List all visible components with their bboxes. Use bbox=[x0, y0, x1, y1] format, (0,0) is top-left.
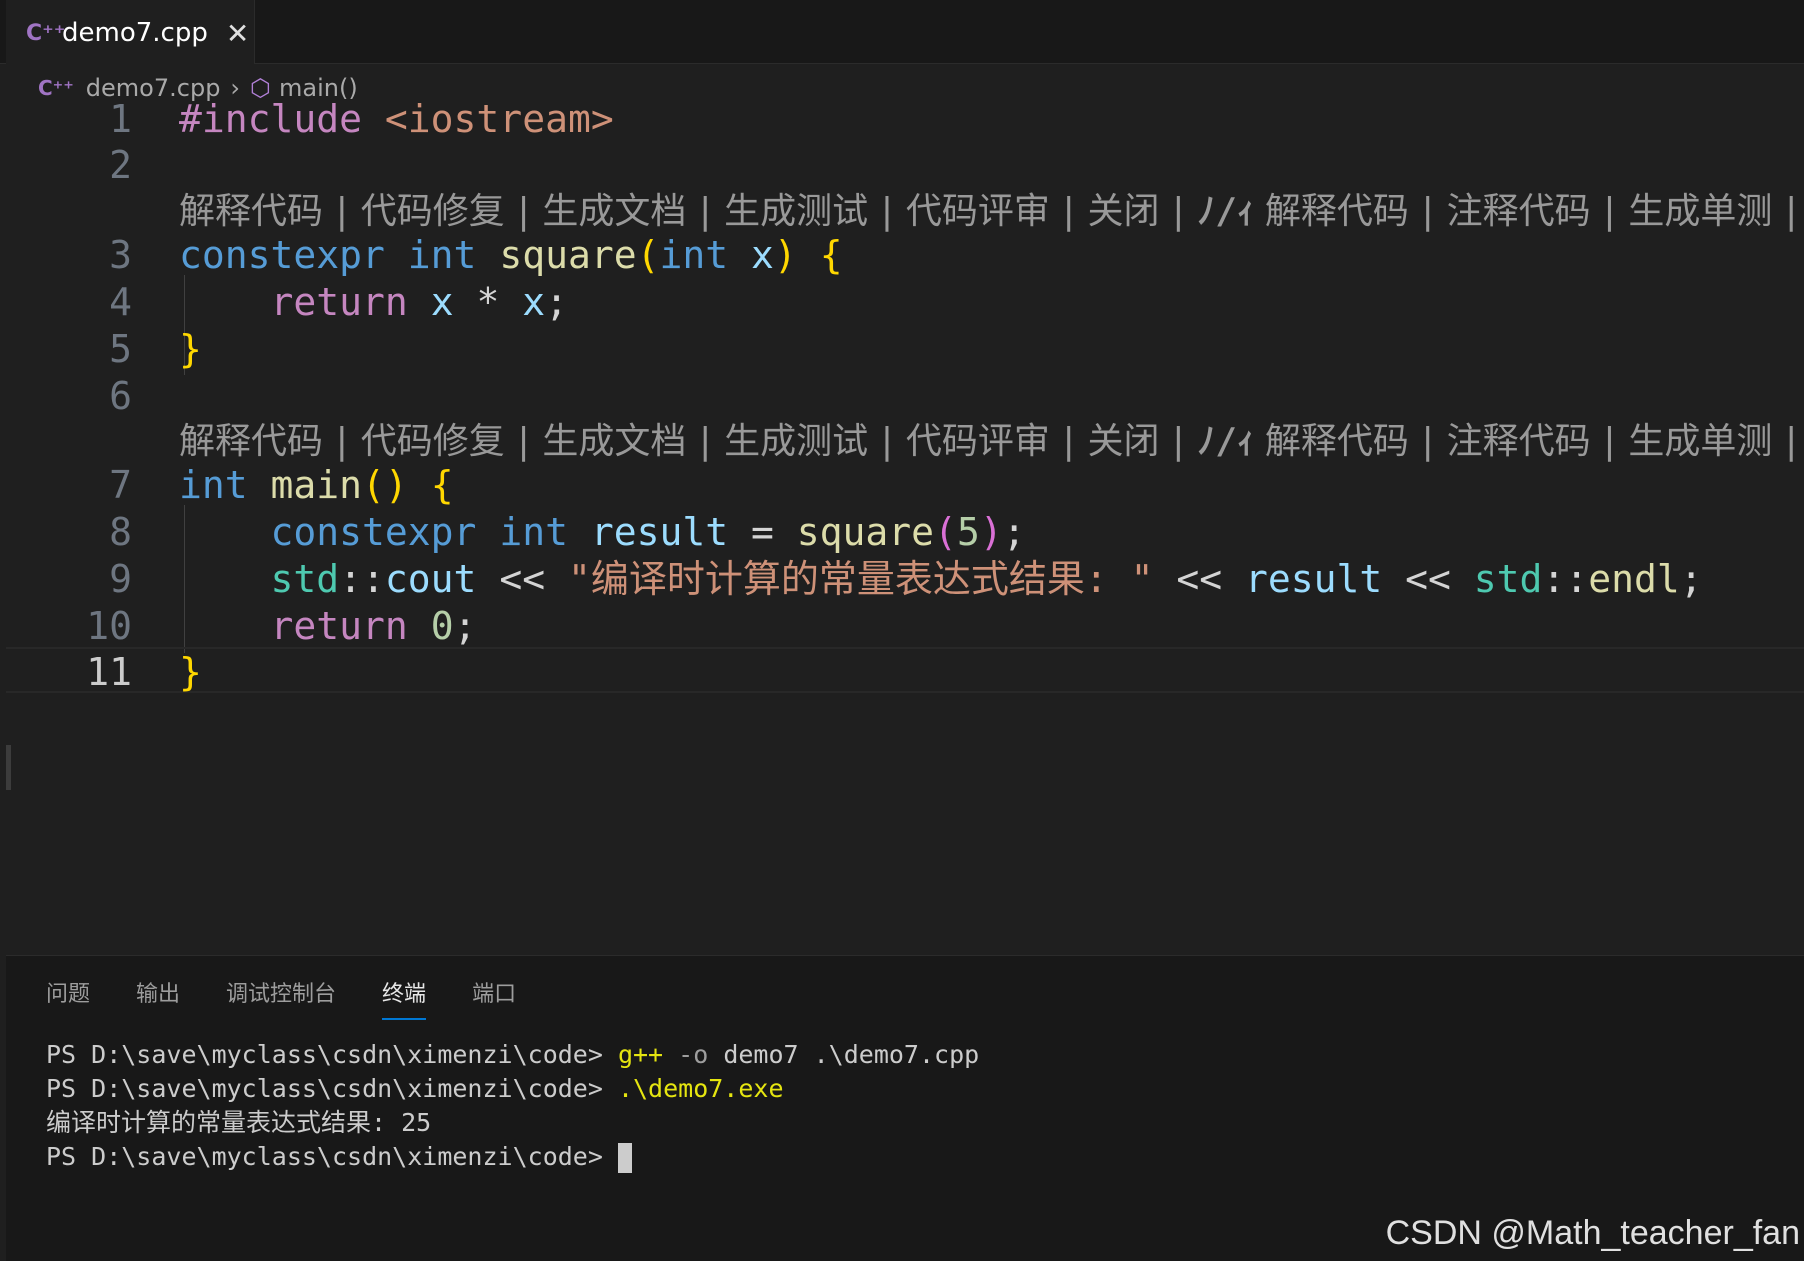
code-line: 11 } bbox=[6, 645, 1804, 699]
code-text: } bbox=[179, 650, 202, 694]
code-line: 3 constexpr int square(int x) { bbox=[6, 228, 1804, 282]
codelens-explain[interactable]: 解释代码 bbox=[179, 421, 323, 462]
codelens-test[interactable]: 生成测试 bbox=[724, 191, 868, 232]
codelens-doc[interactable]: 生成文档 bbox=[542, 191, 686, 232]
code-line: 5 } bbox=[6, 322, 1804, 376]
code-line: 8 constexpr int result = square(5); bbox=[6, 505, 1804, 559]
bottom-panel: 问题 输出 调试控制台 终端 端口 PS D:\save\myclass\csd… bbox=[6, 955, 1804, 1261]
tab-output[interactable]: 输出 bbox=[136, 976, 180, 1020]
line-number: 2 bbox=[109, 143, 132, 187]
tab-ports[interactable]: 端口 bbox=[472, 976, 516, 1020]
watermark: CSDN @Math_teacher_fan bbox=[1385, 1214, 1800, 1252]
codelens-ai-explain[interactable]: 解释代码 bbox=[1265, 421, 1409, 462]
ai-logo-icon: ﾉ/ｨ bbox=[1197, 191, 1255, 232]
codelens-explain[interactable]: 解释代码 bbox=[179, 191, 323, 232]
codelens-ai-comment[interactable]: 注释代码 bbox=[1447, 191, 1591, 232]
terminal-line: PS D:\save\myclass\csdn\ximenzi\code> g+… bbox=[46, 1040, 980, 1069]
terminal-line: PS D:\save\myclass\csdn\ximenzi\code> .\… bbox=[46, 1074, 784, 1103]
codelens-ai-unittest[interactable]: 生成单测 bbox=[1628, 421, 1772, 462]
code-text: int main() { bbox=[179, 463, 454, 507]
codelens-fix[interactable]: 代码修复 bbox=[361, 191, 505, 232]
tab-debug-console[interactable]: 调试控制台 bbox=[226, 976, 336, 1020]
code-text: constexpr int result = square(5); bbox=[270, 510, 1026, 554]
cpp-file-icon: C⁺⁺ bbox=[26, 20, 66, 46]
terminal-line: PS D:\save\myclass\csdn\ximenzi\code> bbox=[46, 1140, 979, 1174]
panel-tabs: 问题 输出 调试控制台 终端 端口 bbox=[46, 976, 516, 1020]
line-number: 7 bbox=[109, 463, 132, 507]
codelens-review[interactable]: 代码评审 bbox=[906, 191, 1050, 232]
line-number: 9 bbox=[109, 557, 132, 601]
scroll-indicator bbox=[6, 745, 11, 790]
close-icon[interactable]: ✕ bbox=[226, 17, 249, 50]
code-text: constexpr int square(int x) { bbox=[179, 233, 843, 277]
codelens-review[interactable]: 代码评审 bbox=[906, 421, 1050, 462]
codelens-doc[interactable]: 生成文档 bbox=[542, 421, 686, 462]
line-number: 11 bbox=[86, 650, 132, 694]
terminal-output: 编译时计算的常量表达式结果: 25 bbox=[46, 1108, 432, 1137]
line-number: 5 bbox=[109, 327, 132, 371]
code-text: std::cout << "编译时计算的常量表达式结果: " << result… bbox=[270, 557, 1703, 601]
codelens-close[interactable]: 关闭 bbox=[1088, 421, 1160, 462]
line-number: 8 bbox=[109, 510, 132, 554]
tab-divider bbox=[254, 0, 255, 64]
code-line: 4 return x * x; bbox=[6, 275, 1804, 329]
codelens-fix[interactable]: 代码修复 bbox=[361, 421, 505, 462]
codelens-ai-unittest[interactable]: 生成单测 bbox=[1628, 191, 1772, 232]
terminal-cursor bbox=[617, 1143, 632, 1173]
codelens-ai-comment[interactable]: 注释代码 bbox=[1447, 421, 1591, 462]
line-number: 4 bbox=[109, 280, 132, 324]
code-line: 2 bbox=[6, 138, 1804, 192]
line-number: 3 bbox=[109, 233, 132, 277]
code-line: 7 int main() { bbox=[6, 458, 1804, 512]
editor-tab-demo7[interactable]: C⁺⁺ demo7.cpp ✕ bbox=[6, 0, 254, 64]
code-text: } bbox=[179, 327, 202, 371]
tab-bar: C⁺⁺ demo7.cpp ✕ bbox=[0, 0, 1804, 64]
terminal[interactable]: PS D:\save\myclass\csdn\ximenzi\code> g+… bbox=[46, 1038, 979, 1174]
tab-label: demo7.cpp bbox=[62, 18, 208, 48]
code-text: return x * x; bbox=[270, 280, 568, 324]
codelens-ai-explain[interactable]: 解释代码 bbox=[1265, 191, 1409, 232]
codelens-test[interactable]: 生成测试 bbox=[724, 421, 868, 462]
ai-logo-icon: ﾉ/ｨ bbox=[1197, 421, 1255, 462]
codelens-close[interactable]: 关闭 bbox=[1088, 191, 1160, 232]
tab-problems[interactable]: 问题 bbox=[46, 976, 90, 1020]
code-editor[interactable]: 1 #include <iostream> 2 解释代码 | 代码修复 | 生成文档 | 生… bbox=[6, 97, 1804, 955]
tab-terminal[interactable]: 终端 bbox=[382, 976, 427, 1020]
code-line: 9 std::cout << "编译时计算的常量表达式结果: " << resu… bbox=[6, 552, 1804, 606]
